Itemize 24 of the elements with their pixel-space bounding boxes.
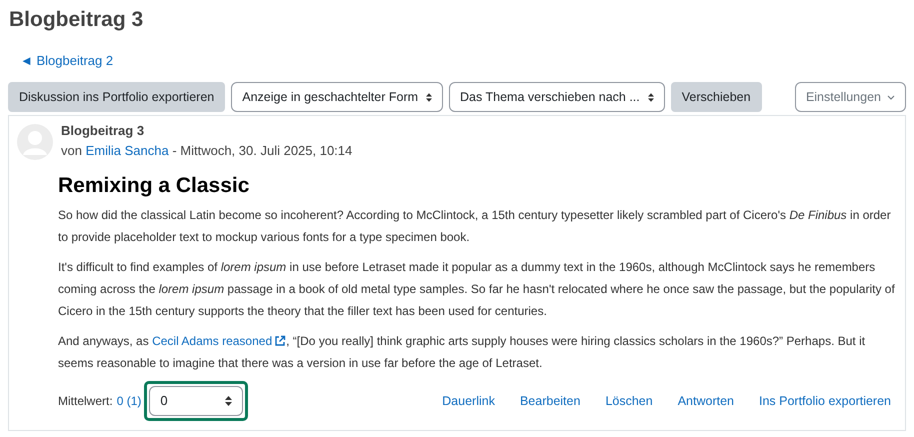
previous-post-link[interactable]: ◄ Blogbeitrag 2 bbox=[20, 53, 114, 68]
paragraph: And anyways, as Cecil Adams reasoned , “[Do you really] think graphic arts supply houses were hiring classics scholars in the 1960s?” Perhaps. But it seems reasonable to imagine that there was a version in use far before the age of Letraset. bbox=[58, 333, 866, 372]
rating-label: Mittelwert: bbox=[58, 393, 113, 410]
post-subject: Blogbeitrag 3 bbox=[61, 122, 146, 140]
toolbar-button[interactable]: Verschieben bbox=[670, 82, 762, 112]
page-title: Blogbeitrag 3 bbox=[9, 7, 144, 33]
post-action-link[interactable]: Bearbeiten bbox=[520, 392, 580, 410]
toolbar-button[interactable]: Diskussion ins Portfolio exportieren bbox=[8, 82, 226, 112]
select-field[interactable]: Das Thema verschieben nach ... bbox=[449, 82, 665, 112]
author-link[interactable]: Emilia Sancha bbox=[86, 143, 169, 158]
select-field[interactable]: Anzeige in geschachtelter Form bbox=[231, 82, 444, 112]
post-heading: Remixing a Classic bbox=[58, 173, 250, 199]
paragraph: It's difficult to find examples of lorem ipsum in use before Letraset made it popular as a dummy text in the 1960s, although McClintock says he remembers coming across the lorem ipsum passage in a book of old metal type samples. So far he hasn't relocated where he once saw the passage, but the popularity of Cicero in the 15th century supports the theory that the filler text has been used for centuries. bbox=[58, 259, 896, 320]
external-link[interactable]: Cecil Adams reasoned bbox=[152, 334, 286, 348]
paragraph: So how did the classical Latin become so incoherent? According to McClintock, a 15th century typesetter likely scrambled part of Cicero's De Finibus in order to provide placeholder text to mockup various fonts for a type specimen book. bbox=[58, 207, 892, 246]
post-date: - Mittwoch, 30. Juli 2025, 10:14 bbox=[172, 143, 352, 158]
post-action-link[interactable]: Antworten bbox=[678, 392, 734, 410]
post-action-link[interactable]: Ins Portfolio exportieren bbox=[758, 392, 891, 410]
rating-average: 0 (1) bbox=[116, 393, 142, 410]
post-action-link[interactable]: Löschen bbox=[605, 392, 653, 410]
byline-text: von bbox=[61, 143, 82, 158]
post-action-link[interactable]: Dauerlink bbox=[442, 392, 495, 410]
settings-menu-button[interactable]: Einstellungen bbox=[794, 82, 906, 112]
rating-select[interactable]: 0 bbox=[149, 386, 244, 416]
